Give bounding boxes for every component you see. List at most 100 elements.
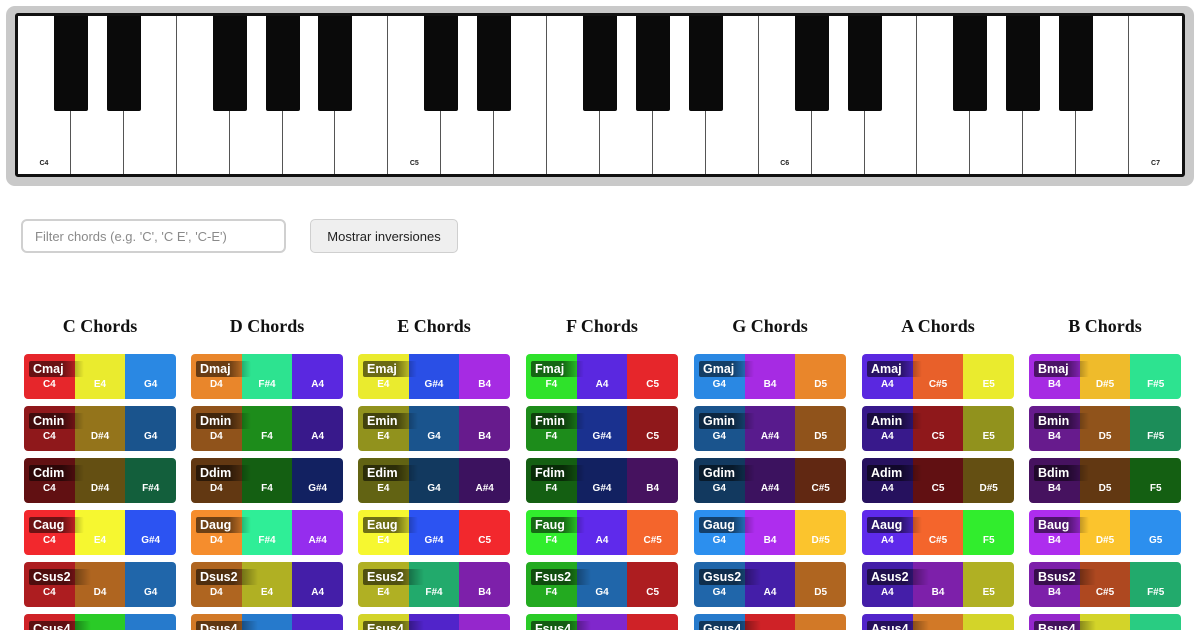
chord-card[interactable]: Dmin D4 F4 A4 <box>191 406 343 451</box>
chord-card[interactable]: Emaj E4 G#4 B4 <box>358 354 510 399</box>
note-label: G#4 <box>424 379 444 390</box>
chord-card[interactable]: Adim A4 C5 D#5 <box>862 458 1014 503</box>
chord-card[interactable]: Fsus2 F4 G4 C5 <box>526 562 678 607</box>
chord-card[interactable]: Baug B4 D#5 G5 <box>1029 510 1181 555</box>
chord-name: Csus2 <box>29 569 91 585</box>
note-label: A4 <box>595 379 609 390</box>
black-key[interactable] <box>106 16 141 111</box>
show-inversions-button[interactable]: Mostrar inversiones <box>310 219 458 253</box>
note-label: C4 <box>42 431 56 442</box>
note-label: A#4 <box>760 483 780 494</box>
chord-card[interactable]: Caug C4 E4 G#4 <box>24 510 176 555</box>
black-key[interactable] <box>265 16 300 111</box>
note-label: C5 <box>646 431 660 442</box>
chord-card[interactable]: Asus2 A4 B4 E5 <box>862 562 1014 607</box>
note-label: B4 <box>763 379 777 390</box>
chord-card[interactable]: Bdim B4 D5 F5 <box>1029 458 1181 503</box>
note-label: G4 <box>144 379 158 390</box>
black-key[interactable] <box>635 16 670 111</box>
note-segment: D5 <box>795 562 846 607</box>
note-segment: A#4 <box>459 458 510 503</box>
chord-card[interactable]: Csus2 C4 D4 G4 <box>24 562 176 607</box>
note-label: E5 <box>982 379 995 390</box>
note-label: D5 <box>1098 431 1112 442</box>
note-label: E4 <box>377 379 390 390</box>
chord-card[interactable]: Fsus4F4A#4C5 <box>526 614 678 630</box>
chord-card[interactable]: Aaug A4 C#5 F5 <box>862 510 1014 555</box>
chord-card[interactable]: Dsus2 D4 E4 A4 <box>191 562 343 607</box>
chord-card[interactable]: Fmaj F4 A4 C5 <box>526 354 678 399</box>
note-label: D4 <box>93 587 107 598</box>
chord-card[interactable]: Gsus2 G4 A4 D5 <box>694 562 846 607</box>
black-key[interactable] <box>212 16 247 111</box>
chord-card[interactable]: Ddim D4 F4 G#4 <box>191 458 343 503</box>
black-key[interactable] <box>847 16 882 111</box>
chord-card[interactable]: Edim E4 G4 A#4 <box>358 458 510 503</box>
note-label: G4 <box>427 431 441 442</box>
note-label: A4 <box>763 587 777 598</box>
note-segment: D#5 <box>963 458 1014 503</box>
black-key[interactable] <box>794 16 829 111</box>
note-label: C4 <box>42 483 56 494</box>
chord-card[interactable]: Daug D4 F#4 A#4 <box>191 510 343 555</box>
note-label: E4 <box>377 431 390 442</box>
black-key[interactable] <box>688 16 723 111</box>
note-segment: G4 <box>125 354 176 399</box>
note-label: C5 <box>646 379 660 390</box>
note-segment: E5 <box>963 354 1014 399</box>
black-key[interactable] <box>318 16 353 111</box>
black-key[interactable] <box>1059 16 1094 111</box>
chord-card[interactable]: Csus4C4F4G4 <box>24 614 176 630</box>
note-label: A#4 <box>760 431 780 442</box>
chord-card[interactable]: Bmin B4 D5 F#5 <box>1029 406 1181 451</box>
chord-card[interactable]: Bmaj B4 D#5 F#5 <box>1029 354 1181 399</box>
chord-card[interactable]: Faug F4 A4 C#5 <box>526 510 678 555</box>
note-label: E4 <box>377 483 390 494</box>
chord-filter-input[interactable] <box>21 219 286 253</box>
chord-card[interactable]: Amin A4 C5 E5 <box>862 406 1014 451</box>
note-label: G4 <box>427 483 441 494</box>
note-segment: C5 <box>627 406 678 451</box>
note-segment: F#5 <box>1130 354 1181 399</box>
note-label: D#4 <box>90 431 110 442</box>
black-key[interactable] <box>1006 16 1041 111</box>
chord-card[interactable]: Eaug E4 G#4 C5 <box>358 510 510 555</box>
note-label: B4 <box>478 431 492 442</box>
chord-column-title: B Chords <box>1068 316 1142 336</box>
black-key[interactable] <box>583 16 617 111</box>
chord-card[interactable]: Cmin C4 D#4 G4 <box>24 406 176 451</box>
black-key[interactable] <box>53 16 88 111</box>
chord-card[interactable]: Asus4A4D5E5 <box>862 614 1014 630</box>
chord-card[interactable]: Cdim C4 D#4 F#4 <box>24 458 176 503</box>
chord-card[interactable]: Dsus4D4G4A4 <box>191 614 343 630</box>
note-label: G#4 <box>592 431 612 442</box>
note-label: D5 <box>814 431 828 442</box>
note-segment: G#4 <box>125 510 176 555</box>
black-key[interactable] <box>953 16 988 111</box>
chord-name: Fmin <box>531 413 585 429</box>
chord-card[interactable]: Esus4E4A4B4 <box>358 614 510 630</box>
note-label: A#4 <box>475 483 494 494</box>
chord-card[interactable]: Amaj A4 C#5 E5 <box>862 354 1014 399</box>
note-segment: F#4 <box>125 458 176 503</box>
chord-card[interactable]: Gmaj G4 B4 D5 <box>694 354 846 399</box>
chord-name: Baug <box>1034 517 1090 533</box>
chord-card[interactable]: Cmaj C4 E4 G4 <box>24 354 176 399</box>
chord-card[interactable]: Gaug G4 B4 D#5 <box>694 510 846 555</box>
chord-card[interactable]: Gmin G4 A#4 D5 <box>694 406 846 451</box>
chord-column-title: G Chords <box>732 316 808 336</box>
chord-card[interactable]: Esus2 E4 F#4 B4 <box>358 562 510 607</box>
chord-card[interactable]: Bsus4B4E5F#5 <box>1029 614 1181 630</box>
black-key[interactable] <box>477 16 512 111</box>
chord-name: Bmin <box>1034 413 1090 429</box>
chord-card[interactable]: Emin E4 G4 B4 <box>358 406 510 451</box>
white-key[interactable]: C7 <box>1129 16 1182 174</box>
chord-card[interactable]: Fmin F4 G#4 C5 <box>526 406 678 451</box>
chord-card[interactable]: Gsus4G4C5D5 <box>694 614 846 630</box>
chord-card[interactable]: Fdim F4 G#4 B4 <box>526 458 678 503</box>
chord-card[interactable]: Bsus2 B4 C#5 F#5 <box>1029 562 1181 607</box>
chord-card[interactable]: Gdim G4 A#4 C#5 <box>694 458 846 503</box>
chord-column-title: C Chords <box>62 316 138 336</box>
black-key[interactable] <box>424 16 459 111</box>
chord-card[interactable]: Dmaj D4 F#4 A4 <box>191 354 343 399</box>
